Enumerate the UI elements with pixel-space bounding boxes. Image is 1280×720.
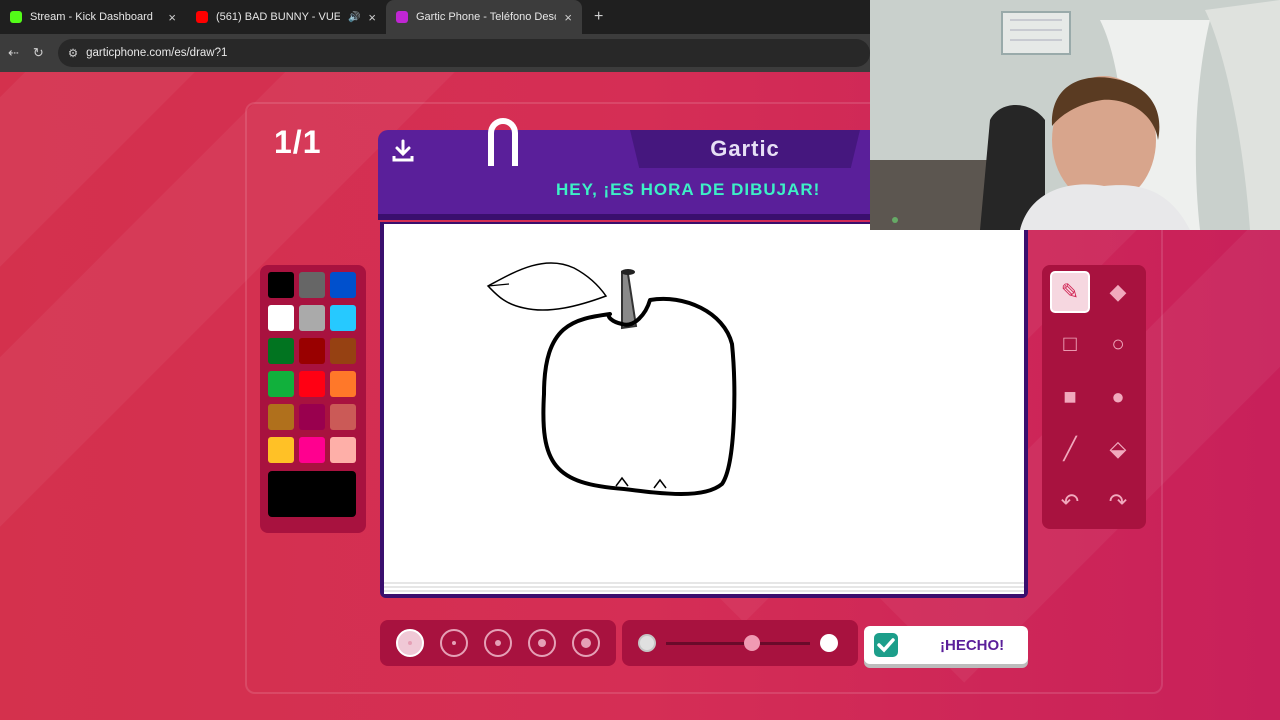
browser-tab-bar: Stream - Kick Dashboard × (561) BAD BUNNY … — [0, 0, 870, 34]
gartic-logo: Gartic — [630, 130, 860, 168]
gartic-logo-text: Gartic — [710, 136, 780, 161]
address-bar: ⇠ ↻ ⚙ garticphone.com/es/draw?1 — [0, 34, 870, 72]
tab-favicon-icon — [10, 11, 22, 23]
color-swatch[interactable] — [268, 338, 294, 364]
tab-title: (561) BAD BUNNY - VUELV — [216, 11, 340, 23]
opacity-handle[interactable] — [744, 635, 761, 651]
draw-heading: HEY, ¡ES HORA DE DIBUJAR! — [556, 180, 821, 199]
color-swatch[interactable] — [268, 272, 294, 298]
browser-tab[interactable]: (561) BAD BUNNY - VUELV 🔊 × — [186, 0, 386, 34]
color-swatch[interactable] — [330, 272, 356, 298]
done-button-label: ¡HECHO! — [940, 636, 1005, 654]
brush-dot-icon — [408, 641, 412, 645]
browser-tab[interactable]: Gartic Phone - Teléfono Descon × — [386, 0, 582, 34]
rectangle-outline-tool-icon[interactable]: □ — [1050, 323, 1090, 365]
draw-header: Gartic HEY, ¡ES HORA DE DIBUJAR! — [378, 130, 898, 220]
brush-dot-icon — [495, 640, 501, 646]
brush-dot-icon — [538, 639, 546, 647]
line-tool-icon[interactable]: ╱ — [1050, 428, 1090, 470]
tool-panel: ✎ ◆ □ ○ ■ ● ╱ ⬙ ↶ ↷ — [1042, 265, 1146, 529]
webcam-feed — [870, 0, 1280, 230]
color-swatch[interactable] — [299, 272, 325, 298]
site-settings-icon[interactable]: ⚙ — [68, 46, 78, 60]
color-palette — [260, 265, 366, 533]
color-swatch[interactable] — [268, 437, 294, 463]
ellipse-outline-tool-icon[interactable]: ○ — [1098, 323, 1138, 365]
undo-tool-icon[interactable]: ↶ — [1050, 481, 1090, 523]
color-swatch[interactable] — [330, 437, 356, 463]
brush-size-button[interactable] — [396, 629, 424, 657]
check-icon — [874, 633, 898, 657]
opacity-min-icon — [638, 634, 656, 652]
browser-tab[interactable]: Stream - Kick Dashboard × — [0, 0, 186, 34]
tab-title: Stream - Kick Dashboard — [30, 11, 153, 23]
tab-favicon-icon — [396, 11, 408, 23]
webcam-overlay — [870, 0, 1280, 230]
close-tab-icon[interactable]: × — [564, 10, 572, 25]
brush-size-button[interactable] — [484, 629, 512, 657]
color-swatch[interactable] — [299, 305, 325, 331]
tab-favicon-icon — [196, 11, 208, 23]
bucket-fill-tool-icon[interactable]: ⬙ — [1098, 428, 1138, 470]
color-swatch[interactable] — [299, 437, 325, 463]
opacity-track[interactable] — [666, 642, 810, 645]
opacity-max-icon — [820, 634, 838, 652]
color-swatch[interactable] — [330, 305, 356, 331]
notebook-ring — [488, 118, 518, 166]
pencil-tool-icon[interactable]: ✎ — [1050, 271, 1090, 313]
done-button[interactable]: ¡HECHO! — [864, 626, 1028, 664]
ellipse-fill-tool-icon[interactable]: ● — [1098, 376, 1138, 418]
current-color-preview — [268, 471, 356, 517]
url-text: garticphone.com/es/draw?1 — [86, 47, 228, 59]
apple-drawing — [486, 262, 737, 496]
brush-size-button[interactable] — [528, 629, 556, 657]
header-base — [378, 214, 898, 220]
drawing-canvas[interactable] — [384, 224, 1024, 584]
color-swatch[interactable] — [330, 371, 356, 397]
color-swatch[interactable] — [330, 404, 356, 430]
color-swatch[interactable] — [330, 338, 356, 364]
paper-edge — [384, 582, 1024, 594]
color-swatch[interactable] — [268, 371, 294, 397]
reload-icon[interactable]: ↻ — [33, 45, 44, 61]
url-field[interactable]: ⚙ garticphone.com/es/draw?1 — [57, 39, 870, 67]
round-counter: 1/1 — [274, 124, 322, 160]
close-tab-icon[interactable]: × — [368, 10, 376, 25]
brush-dot-icon — [452, 641, 456, 645]
new-tab-icon[interactable]: + — [594, 8, 603, 26]
color-swatch[interactable] — [299, 371, 325, 397]
tab-title: Gartic Phone - Teléfono Descon — [416, 11, 557, 23]
color-swatch[interactable] — [268, 305, 294, 331]
audio-playing-icon[interactable]: 🔊 — [348, 12, 360, 23]
close-tab-icon[interactable]: × — [168, 10, 176, 25]
rectangle-fill-tool-icon[interactable]: ■ — [1050, 376, 1090, 418]
redo-tool-icon[interactable]: ↷ — [1098, 481, 1138, 523]
color-swatch[interactable] — [299, 404, 325, 430]
opacity-slider[interactable] — [622, 620, 858, 666]
brush-dot-icon — [581, 638, 591, 648]
eraser-tool-icon[interactable]: ◆ — [1098, 271, 1138, 313]
color-swatch[interactable] — [268, 404, 294, 430]
brush-size-selector — [380, 620, 616, 666]
back-icon[interactable]: ⇠ — [8, 45, 19, 61]
brush-size-button[interactable] — [440, 629, 468, 657]
brush-size-button[interactable] — [572, 629, 600, 657]
color-swatch[interactable] — [299, 338, 325, 364]
download-icon[interactable] — [390, 138, 416, 164]
